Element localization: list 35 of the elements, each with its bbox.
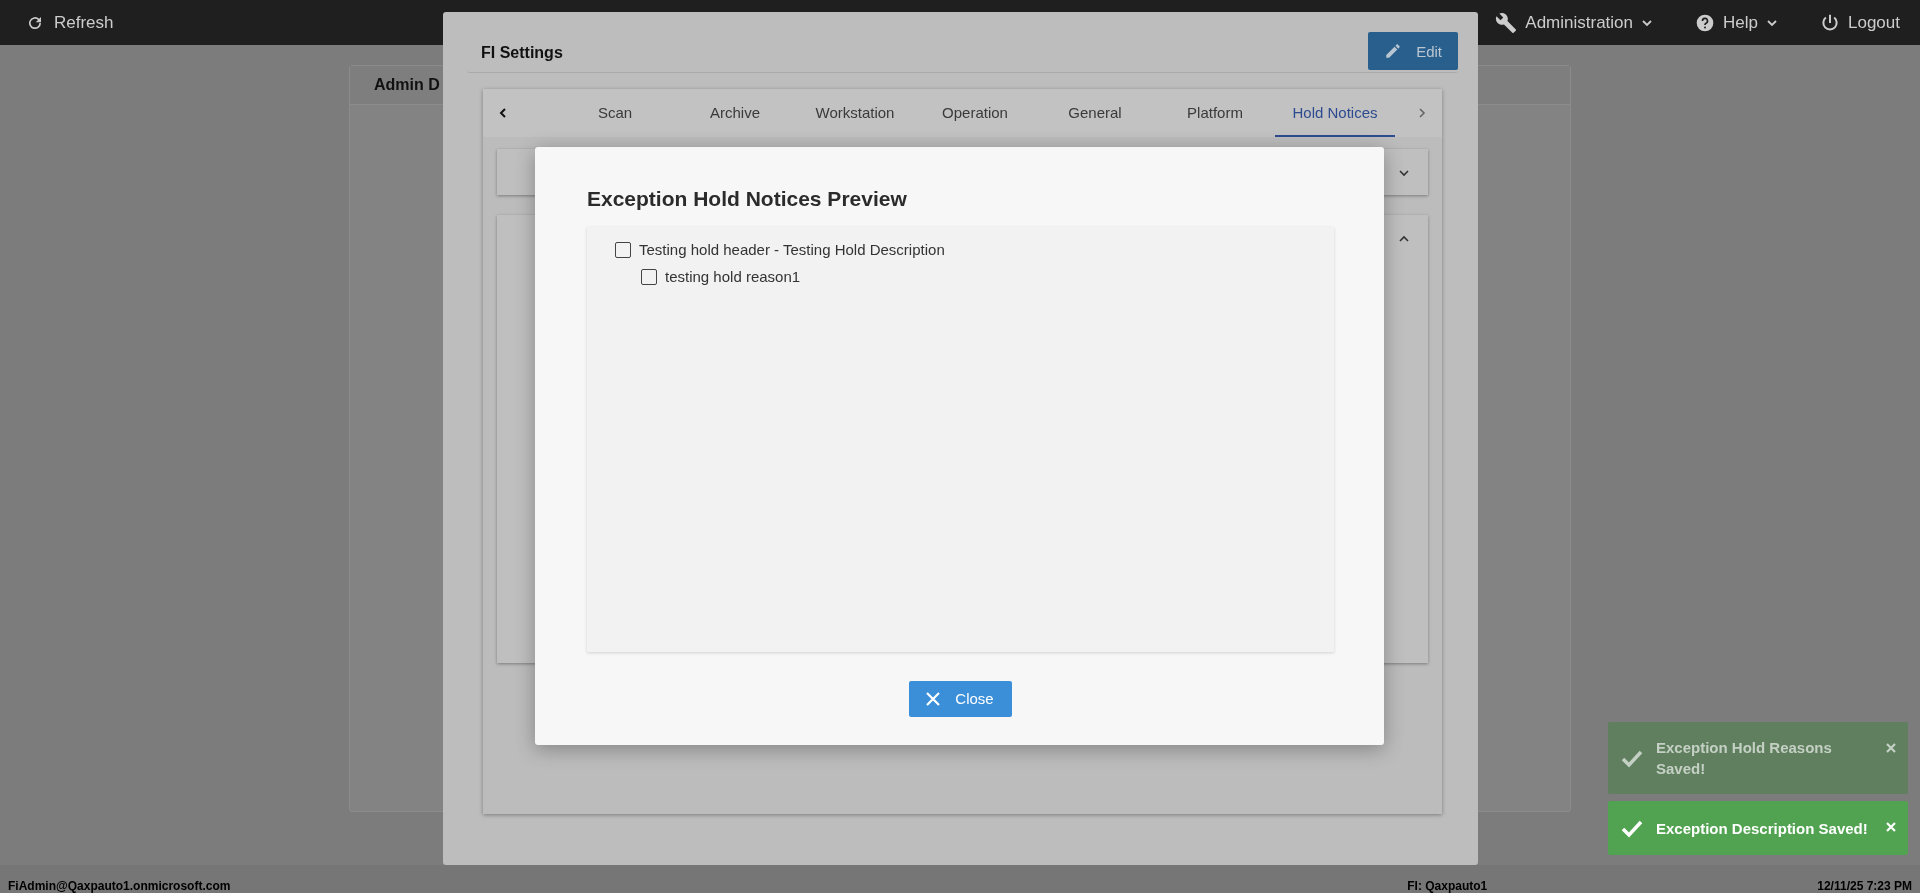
help-icon: [1695, 12, 1716, 33]
settings-tab[interactable]: General: [1035, 89, 1155, 137]
power-icon: [1820, 12, 1840, 33]
checkbox-item[interactable]: testing hold reason1: [641, 268, 1306, 285]
chevron-down-icon[interactable]: [1398, 167, 1410, 179]
card-title: Admin D: [374, 76, 440, 94]
date-time: 12/11/25 7:23 PM: [1817, 879, 1912, 893]
settings-tab[interactable]: Operation: [915, 89, 1035, 137]
checkbox[interactable]: [641, 268, 657, 285]
close-icon: [925, 690, 942, 707]
dialog-title: Exception Hold Notices Preview: [587, 187, 908, 211]
settings-tab[interactable]: Scan: [555, 89, 675, 137]
toast-message: Exception Description Saved!: [1656, 818, 1869, 839]
checkbox-item[interactable]: Testing hold header - Testing Hold Description: [615, 241, 1306, 258]
close-button[interactable]: Close: [909, 680, 1012, 717]
help-menu[interactable]: Help: [1695, 12, 1778, 33]
toast-message: Exception Hold Reasons Saved!: [1656, 738, 1833, 779]
logout-menu[interactable]: Logout: [1820, 12, 1900, 33]
settings-tab[interactable]: Hold Notices: [1275, 89, 1395, 137]
modal-title: FI Settings: [481, 44, 563, 62]
pencil-icon: [1384, 42, 1403, 60]
chevron-left-icon: [497, 107, 509, 119]
refresh-button[interactable]: Refresh: [26, 12, 114, 33]
chevron-right-icon: [1416, 107, 1428, 119]
admin-menu[interactable]: Administration: [1495, 11, 1654, 34]
settings-tab[interactable]: Archive: [675, 89, 795, 137]
checkbox[interactable]: [615, 241, 631, 258]
wrench-icon: [1495, 11, 1518, 34]
settings-tab[interactable]: Workstation: [795, 89, 915, 137]
close-icon: [1886, 822, 1896, 832]
fi-name: FI: Qaxpauto1: [1407, 879, 1488, 893]
settings-tab[interactable]: Platform: [1155, 89, 1275, 137]
edit-button[interactable]: Edit: [1368, 32, 1458, 70]
user-email: FiAdmin@Qaxpauto1.onmicrosoft.com: [8, 879, 231, 893]
close-icon: [1886, 743, 1896, 753]
